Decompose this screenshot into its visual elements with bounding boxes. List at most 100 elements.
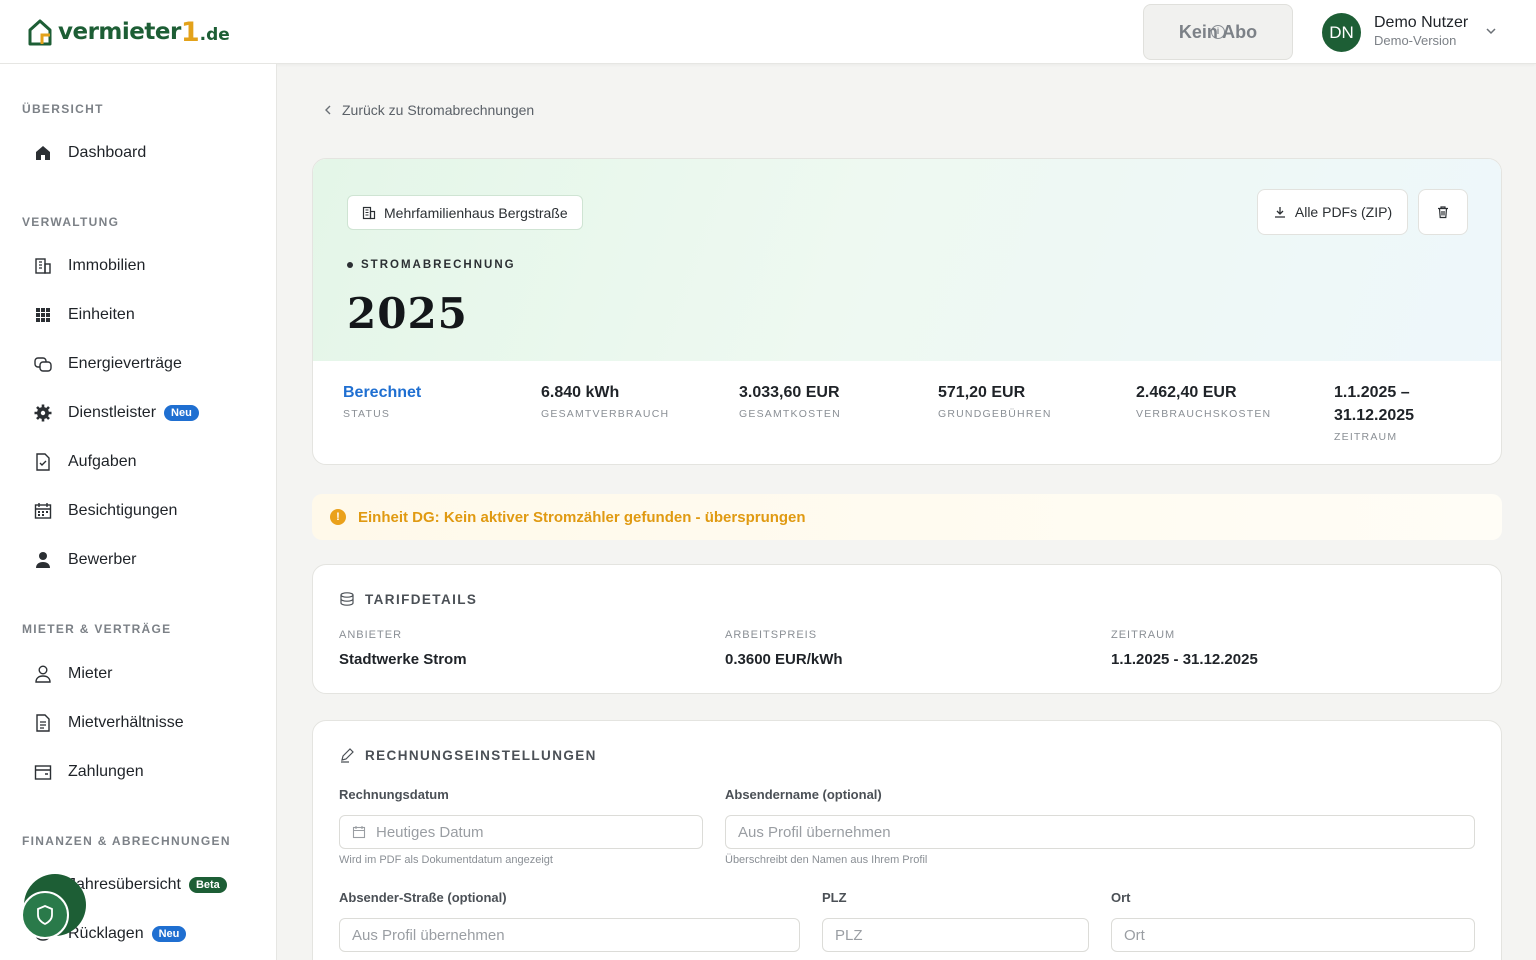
- invoice-settings-title-text: RECHNUNGSEINSTELLUNGEN: [365, 747, 597, 763]
- building-icon: [22, 256, 64, 276]
- sidebar-item-mietverhaeltnisse[interactable]: Mietverhältnisse: [22, 703, 262, 743]
- sidebar-item-label: Einheiten: [68, 306, 135, 323]
- sidebar-item-zahlungen[interactable]: Zahlungen: [22, 752, 262, 792]
- section-title-admin: VERWALTUNG: [22, 215, 120, 229]
- sidebar-item-aufgaben[interactable]: Aufgaben: [22, 442, 262, 482]
- stat-label: GRUNDGEBÜHREN: [938, 408, 1052, 420]
- billing-year: 2025: [347, 289, 468, 338]
- sender-street-placeholder: Aus Profil übernehmen: [352, 926, 505, 944]
- stat-value-end: 31.12.2025: [1334, 407, 1415, 424]
- person-outline-icon: [22, 664, 64, 684]
- sidebar-item-einheiten[interactable]: Einheiten: [22, 295, 262, 335]
- city-placeholder: Ort: [1124, 926, 1145, 944]
- zip-placeholder: PLZ: [835, 926, 863, 944]
- back-link-label: Zurück zu Stromabrechnungen: [342, 102, 535, 118]
- user-role: Demo-Version: [1374, 33, 1457, 48]
- stat-kosten: 3.033,60 EUR GESAMTKOSTEN: [739, 381, 841, 420]
- privacy-button[interactable]: [21, 874, 87, 940]
- house-logo-icon: [28, 19, 52, 46]
- sender-name-input[interactable]: Aus Profil übernehmen: [725, 815, 1475, 849]
- stat-label: STATUS: [343, 408, 391, 420]
- sidebar-item-label: Dienstleister: [68, 404, 157, 421]
- user-name[interactable]: Demo Nutzer: [1374, 14, 1468, 32]
- person-icon: [22, 550, 64, 570]
- stat-grundgebuehren: 571,20 EUR GRUNDGEBÜHREN: [938, 381, 1052, 420]
- sender-street-input[interactable]: Aus Profil übernehmen: [339, 918, 800, 952]
- logo[interactable]: vermieter 1 .de: [28, 16, 230, 48]
- fab[interactable]: [21, 891, 69, 939]
- arbeitspreis-value: 0.3600 EUR/kWh: [725, 651, 843, 668]
- chevron-left-icon: [325, 105, 331, 115]
- sidebar-item-label: Bewerber: [68, 551, 137, 568]
- logo-text: vermieter: [58, 19, 181, 45]
- subscription-button[interactable]: i Kein Abo: [1143, 4, 1293, 60]
- sidebar-item-dashboard[interactable]: Dashboard: [22, 133, 262, 173]
- sidebar-item-label: Mieter: [68, 665, 113, 682]
- sidebar-item-besichtigungen[interactable]: Besichtigungen: [22, 491, 262, 531]
- logo-tld: .de: [199, 25, 230, 45]
- task-icon: [22, 452, 64, 472]
- sidebar-item-label: Besichtigungen: [68, 502, 178, 519]
- invoice-settings-title: RECHNUNGSEINSTELLUNGEN: [339, 747, 597, 763]
- arbeitspreis-label: ARBEITSPREIS: [725, 629, 818, 641]
- avatar[interactable]: DN: [1322, 13, 1361, 52]
- shield-icon: [37, 905, 53, 926]
- tarif-zeitraum-value: 1.1.2025 - 31.12.2025: [1111, 651, 1258, 668]
- download-zip-label: Alle PDFs (ZIP): [1294, 204, 1393, 220]
- calendar-icon: [22, 501, 64, 521]
- sidebar-item-label: Immobilien: [68, 257, 146, 274]
- download-icon: [1274, 207, 1285, 218]
- tarif-title: TARIFDETAILS: [339, 591, 477, 607]
- sidebar-item-immobilien[interactable]: Immobilien: [22, 246, 262, 286]
- stat-verbrauchskosten: 2.462,40 EUR VERBRAUCHSKOSTEN: [1136, 381, 1271, 420]
- sidebar-item-bewerber[interactable]: Bewerber: [22, 540, 262, 580]
- city-input[interactable]: Ort: [1111, 918, 1475, 952]
- sidebar-item-label: Aufgaben: [68, 453, 137, 470]
- section-title-finance: FINANZEN & ABRECHNUNGEN: [22, 834, 231, 848]
- new-badge: Neu: [164, 405, 199, 421]
- subscription-label: Kein Abo: [1178, 21, 1258, 42]
- logo-one: 1: [180, 16, 200, 48]
- stat-zeitraum: 1.1.2025 – 31.12.2025 ZEITRAUM: [1334, 381, 1414, 443]
- invoice-date-label: Rechnungsdatum: [339, 787, 449, 802]
- dot-icon: [347, 262, 353, 268]
- sidebar-item-energievertraege[interactable]: Energieverträge: [22, 344, 262, 384]
- section-title-tenants: MIETER & VERTRÄGE: [22, 622, 172, 636]
- calendar-icon: [352, 826, 366, 839]
- chevron-down-icon[interactable]: [1484, 24, 1498, 38]
- billing-type: STROMABRECHNUNG: [361, 259, 516, 271]
- back-link[interactable]: Zurück zu Stromabrechnungen: [322, 102, 534, 118]
- stat-value: 571,20 EUR: [938, 384, 1026, 401]
- tarif-title-text: TARIFDETAILS: [365, 591, 478, 607]
- section-title-overview: ÜBERSICHT: [22, 102, 104, 116]
- delete-button[interactable]: [1418, 189, 1468, 235]
- zip-input[interactable]: PLZ: [822, 918, 1089, 952]
- top-bar: vermieter 1 .de i Kein Abo DN Demo Nutze…: [0, 0, 1536, 64]
- sender-name-placeholder: Aus Profil übernehmen: [738, 823, 891, 841]
- property-chip[interactable]: Mehrfamilienhaus Bergstraße: [347, 195, 583, 230]
- sender-name-hint: Überschreibt den Namen aus Ihrem Profil: [725, 854, 928, 866]
- sidebar-item-label: Energieverträge: [68, 355, 182, 372]
- warning-icon: !: [330, 509, 346, 525]
- invoice-date-input[interactable]: Heutiges Datum: [339, 815, 703, 849]
- anbieter-label: ANBIETER: [339, 629, 403, 641]
- billing-hero-card: Mehrfamilienhaus Bergstraße Alle PDFs (Z…: [312, 158, 1502, 465]
- trash-icon: [1438, 206, 1448, 219]
- grid-icon: [22, 305, 64, 325]
- stat-value: 3.033,60 EUR: [739, 384, 840, 401]
- sidebar-item-mieter[interactable]: Mieter: [22, 654, 262, 694]
- wallet-icon: [22, 762, 64, 782]
- download-zip-button[interactable]: Alle PDFs (ZIP): [1257, 189, 1408, 235]
- sidebar-item-label: Mietverhältnisse: [68, 714, 184, 731]
- home-icon: [22, 143, 64, 163]
- stat-label: ZEITRAUM: [1334, 431, 1398, 443]
- invoice-settings-card: RECHNUNGSEINSTELLUNGEN Rechnungsdatum He…: [312, 720, 1502, 960]
- stat-label: GESAMTKOSTEN: [739, 408, 841, 420]
- sidebar: ÜBERSICHT Dashboard VERWALTUNG Immobilie…: [0, 64, 277, 960]
- building-icon: [362, 206, 376, 219]
- stat-status: Berechnet STATUS: [343, 381, 421, 420]
- stat-label: GESAMTVERBRAUCH: [541, 408, 670, 420]
- city-label: Ort: [1111, 890, 1131, 905]
- sidebar-item-dienstleister[interactable]: Dienstleister Neu: [22, 393, 262, 433]
- stat-value: 2.462,40 EUR: [1136, 384, 1237, 401]
